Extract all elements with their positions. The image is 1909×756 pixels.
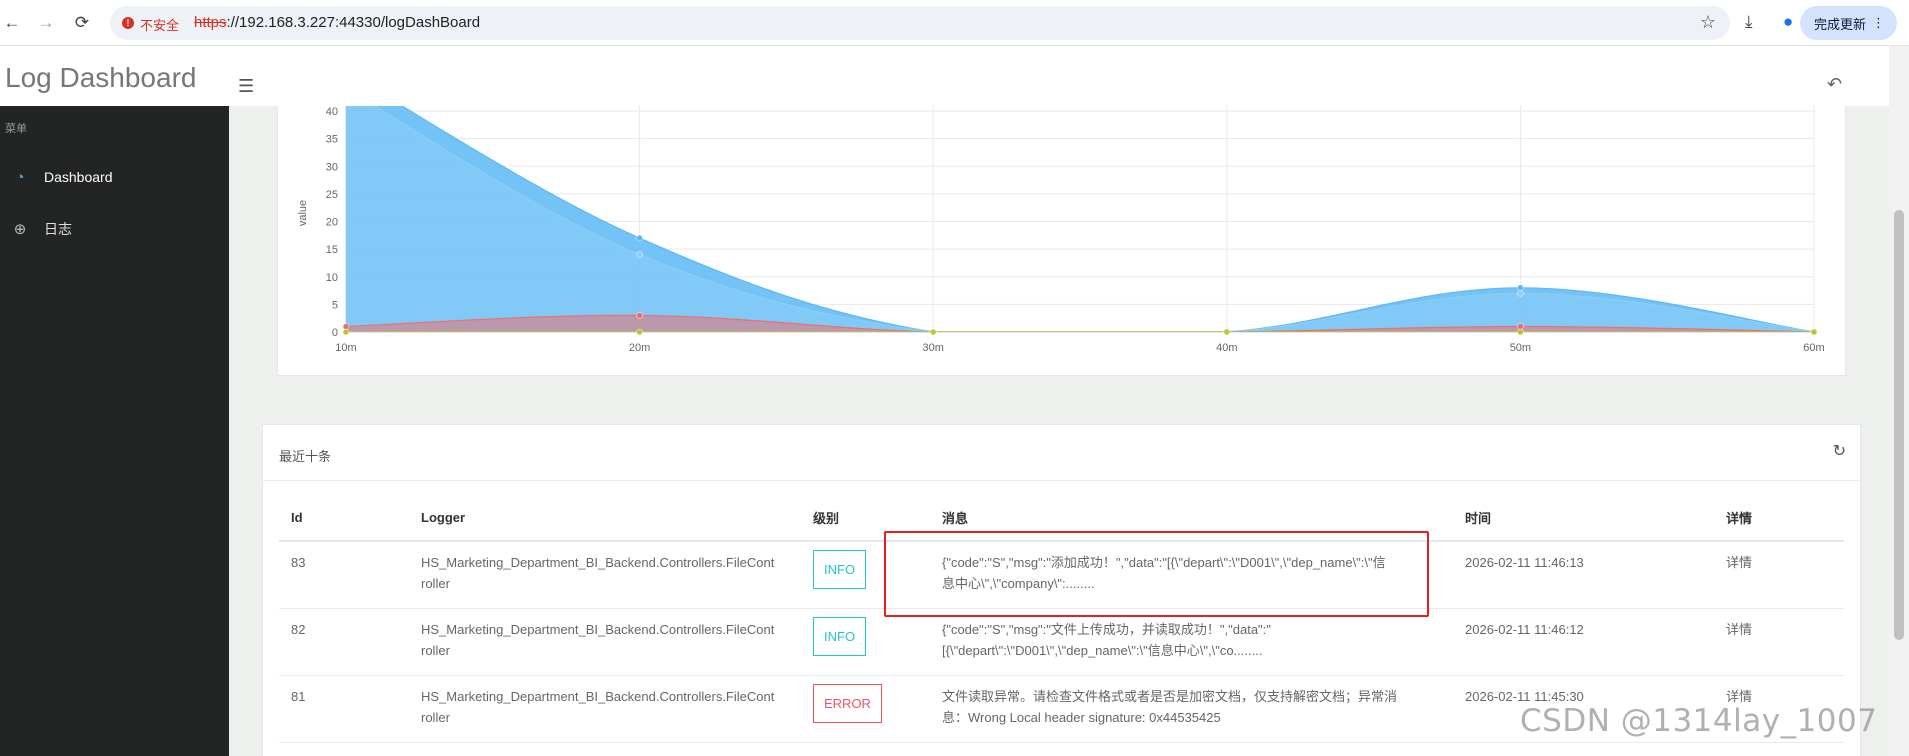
data-point (929, 328, 937, 336)
x-tick-label: 50m (1510, 342, 1531, 354)
detail-link[interactable]: 详情 (1726, 622, 1752, 637)
cell-detail: 详情 (1714, 541, 1844, 609)
back-arrow-icon[interactable]: ← (0, 11, 24, 35)
data-point (342, 323, 350, 330)
cell-id: 81 (279, 675, 409, 743)
security-label[interactable]: 不安全 (140, 15, 179, 34)
cell-logger: HS_Marketing_Department_BI_Backend.Contr… (409, 675, 801, 743)
y-tick-label: 15 (326, 244, 338, 256)
data-point (1517, 290, 1524, 297)
data-point (1517, 323, 1524, 330)
data-point (1517, 284, 1524, 292)
cell-time: 2026-02-11 11:46:12 (1453, 608, 1714, 676)
y-tick-label: 35 (326, 134, 338, 146)
forward-arrow-icon[interactable]: → (34, 11, 58, 35)
app-title: Log Dashboard (5, 62, 197, 93)
level-badge: ERROR (813, 683, 882, 723)
level-badge: INFO (813, 550, 867, 589)
y-tick-label: 5 (332, 299, 338, 311)
download-icon[interactable]: ⤓ (1745, 12, 1753, 32)
cell-level: INFO (801, 608, 930, 676)
annotation-highlight-box (884, 531, 1429, 617)
x-tick-label: 60m (1803, 342, 1824, 354)
more-menu-icon: ⋮ (1872, 15, 1885, 30)
sidebar-section-title: 菜单 (5, 123, 27, 135)
y-tick-label: 30 (326, 161, 338, 173)
y-tick-label: 40 (326, 106, 338, 118)
column-header-id[interactable]: Id (279, 495, 409, 542)
y-tick-label: 25 (326, 189, 338, 201)
menu-toggle-icon[interactable]: ☰ (238, 76, 254, 97)
url-text[interactable]: https://192.168.3.227:44330/logDashBoard (194, 14, 480, 31)
column-header-time[interactable]: 时间 (1453, 495, 1714, 542)
cell-detail: 详情 (1714, 608, 1844, 676)
scrollbar-thumb[interactable] (1894, 210, 1904, 640)
profile-icon[interactable]: ● (1783, 12, 1793, 32)
x-tick-label: 10m (335, 342, 356, 354)
data-point (636, 251, 643, 258)
column-header-logger[interactable]: Logger (409, 495, 801, 542)
data-point (636, 234, 643, 242)
cell-level: ERROR (801, 675, 930, 743)
cell-message: 文件读取异常。请检查文件格式或者是否是加密文档，仅支持解密文档；异常消 息：Wro… (930, 675, 1453, 743)
x-tick-label: 20m (629, 342, 650, 354)
csdn-watermark: CSDN @1314lay_1007 (1520, 703, 1878, 739)
x-tick-label: 30m (922, 342, 943, 354)
level-badge: INFO (813, 616, 867, 656)
update-button[interactable]: 完成更新 ⋮ (1799, 6, 1897, 40)
y-tick-label: 20 (326, 217, 338, 229)
plot-area (346, 106, 1814, 332)
cell-time: 2026-02-11 11:46:13 (1453, 541, 1714, 609)
cell-message: {"code":"S","msg":"文件上传成功，并读取成功！","data"… (930, 608, 1453, 676)
crosshair-icon: ⊕ (13, 221, 27, 238)
data-point (1223, 328, 1231, 336)
refresh-icon[interactable]: ↻ (1833, 441, 1846, 461)
page-scrollbar[interactable] (1889, 46, 1909, 756)
cell-id: 83 (279, 541, 409, 609)
x-tick-label: 40m (1216, 342, 1237, 354)
data-point (1517, 328, 1524, 336)
panel-header: 最近十条 ↻ (263, 425, 1860, 481)
app-header: Log Dashboard ☰ ↶ (0, 46, 1889, 106)
data-point (636, 328, 643, 336)
gauge-icon: ◔ (15, 168, 25, 186)
y-tick-label: 0 (332, 327, 338, 339)
reply-arrow-icon[interactable]: ↶ (1827, 74, 1842, 95)
sidebar: 菜单 ◔ Dashboard ⊕ 日志 (0, 106, 229, 756)
column-header-detail[interactable]: 详情 (1714, 495, 1844, 542)
data-point (342, 328, 350, 336)
y-axis-label: value (297, 200, 309, 226)
cell-logger: HS_Marketing_Department_BI_Backend.Contr… (409, 541, 801, 609)
area-chart: 0 5 10 15 20 25 30 35 40 10m 20m 30m 40m 50m 60m value (297, 106, 1825, 354)
sidebar-item-logs[interactable]: ⊕ 日志 (0, 211, 229, 247)
data-point (1810, 328, 1818, 336)
warning-icon[interactable]: ! (122, 17, 134, 29)
detail-link[interactable]: 详情 (1726, 689, 1752, 704)
sidebar-item-dashboard[interactable]: ◔ Dashboard (0, 159, 229, 195)
cell-logger: HS_Marketing_Department_BI_Backend.Contr… (409, 608, 801, 676)
browser-toolbar: ← → ⟳ ! 不安全 https://192.168.3.227:44330/… (0, 0, 1909, 46)
sidebar-item-label: 日志 (44, 221, 72, 237)
panel-title: 最近十条 (279, 449, 332, 464)
detail-link[interactable]: 详情 (1726, 555, 1752, 570)
address-bar[interactable]: ! 不安全 https://192.168.3.227:44330/logDas… (110, 6, 1730, 40)
y-tick-label: 10 (326, 272, 338, 284)
bookmark-star-icon[interactable]: ☆ (1700, 12, 1716, 33)
data-point (636, 312, 643, 319)
reload-icon[interactable]: ⟳ (70, 11, 94, 35)
chart-panel: 0 5 10 15 20 25 30 35 40 10m 20m 30m 40m 50m 60m value (277, 106, 1846, 376)
table-row: 82 HS_Marketing_Department_BI_Backend.Co… (279, 608, 1844, 676)
cell-id: 82 (279, 608, 409, 676)
sidebar-item-label: Dashboard (44, 169, 113, 185)
